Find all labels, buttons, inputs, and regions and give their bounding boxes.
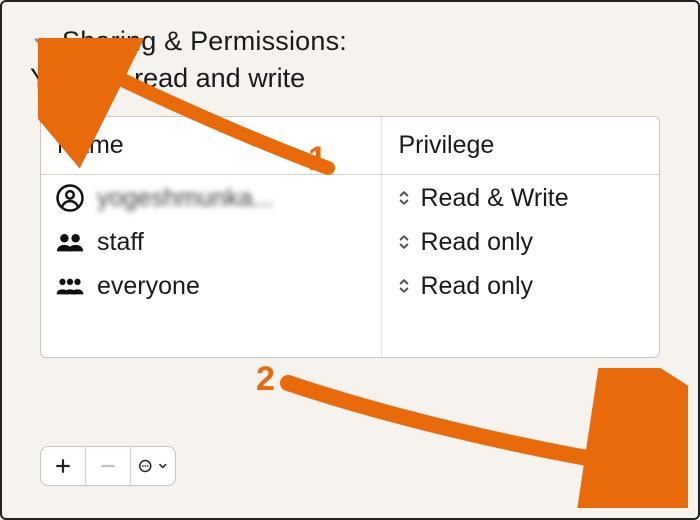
people-icon xyxy=(55,227,85,257)
table-row-empty xyxy=(41,309,659,357)
stepper-icon[interactable] xyxy=(396,187,412,209)
user-name: yogeshmunka... xyxy=(97,184,274,213)
lock-icon[interactable] xyxy=(626,447,660,486)
column-header-privilege[interactable]: Privilege xyxy=(382,117,659,175)
remove-button xyxy=(86,447,130,485)
disclosure-chevron-icon[interactable] xyxy=(30,31,52,53)
annotation-label-2: 2 xyxy=(256,360,275,399)
stepper-icon[interactable] xyxy=(396,231,412,253)
annotation-arrow-2 xyxy=(268,368,688,508)
table-row[interactable]: staff Read only xyxy=(41,221,659,265)
table-actions-segment xyxy=(40,446,176,486)
permissions-table: Name Privilege xyxy=(40,116,660,358)
table-row[interactable]: everyone Read only xyxy=(41,265,659,309)
add-button[interactable] xyxy=(41,447,85,485)
table-row[interactable]: yogeshmunka... Read & Write xyxy=(41,175,659,222)
stepper-icon[interactable] xyxy=(396,275,412,297)
column-header-name[interactable]: Name xyxy=(41,117,382,175)
person-icon xyxy=(55,183,85,213)
people-many-icon xyxy=(55,271,85,301)
group-name: everyone xyxy=(97,272,200,301)
privilege-value[interactable]: Read only xyxy=(420,272,533,301)
group-name: staff xyxy=(97,228,144,257)
section-title: Sharing & Permissions: xyxy=(62,26,347,57)
more-actions-button[interactable] xyxy=(131,447,175,485)
privilege-value[interactable]: Read only xyxy=(420,228,533,257)
permission-summary: You can read and write xyxy=(8,57,692,94)
privilege-value[interactable]: Read & Write xyxy=(420,184,568,213)
